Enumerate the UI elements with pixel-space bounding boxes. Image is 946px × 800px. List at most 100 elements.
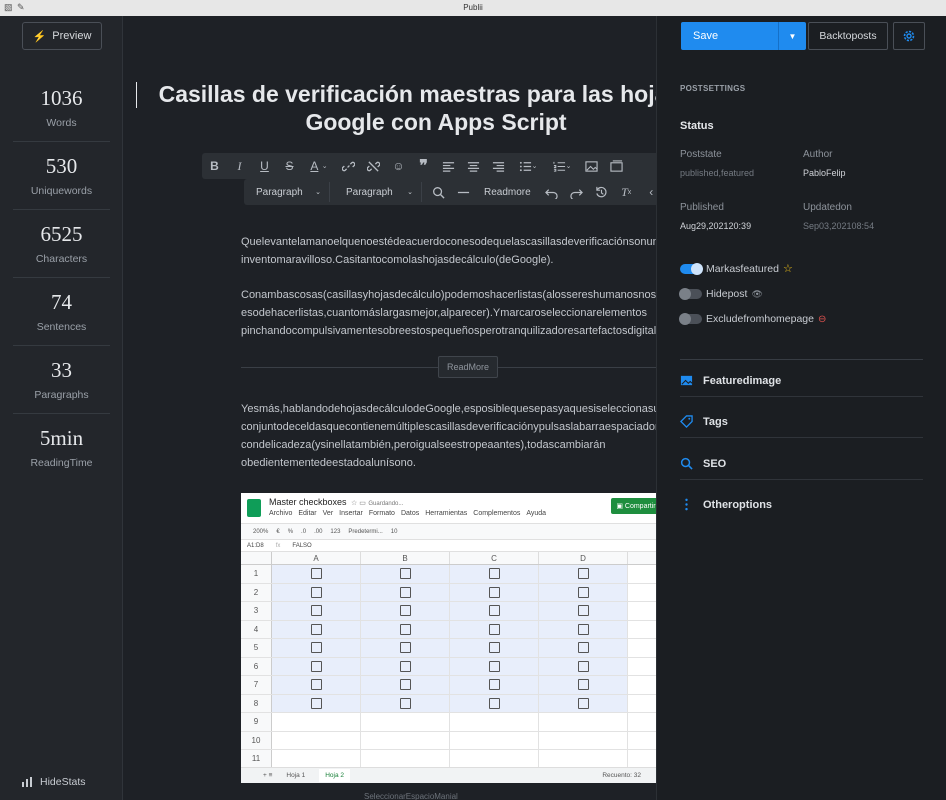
checkbox-icon — [310, 660, 322, 672]
toggle-exclude-homepage[interactable]: Excludefromhomepage ⊖ — [679, 313, 827, 325]
author-value[interactable]: PabloFelip — [803, 168, 846, 178]
history-icon[interactable] — [589, 179, 614, 205]
more-icon[interactable]: ‹ — [639, 179, 656, 205]
save-button-group: Save ▼ — [681, 22, 806, 50]
readmore-marker[interactable]: ReadMore — [438, 356, 498, 378]
updated-label: Updatedon — [803, 202, 852, 213]
sheet-cell — [450, 639, 539, 657]
column-header: A — [272, 552, 361, 564]
sheet-menu-item: Ver — [322, 510, 334, 517]
emoji-icon[interactable]: ☺ — [386, 153, 411, 179]
eye-icon: 👁 — [751, 288, 763, 299]
row-header: 3 — [241, 602, 272, 620]
sheet-cell — [539, 657, 628, 675]
link-icon[interactable] — [336, 153, 361, 179]
sheet-header: Master checkboxes ☆ ▭ Guardando... Archi… — [241, 493, 656, 523]
stat-label: Sentences — [36, 321, 87, 333]
hide-stats-button[interactable]: HideStats — [22, 776, 86, 788]
updated-value: Sep03,202108:54 — [803, 221, 875, 231]
checkbox-icon — [310, 623, 322, 635]
clear-format-icon[interactable]: Tx — [614, 179, 639, 205]
sheet-tool: Predetermi... — [348, 528, 383, 535]
italic-button[interactable]: I — [227, 153, 252, 179]
window-title: Publii — [463, 3, 483, 12]
align-right-icon[interactable] — [486, 153, 511, 179]
checkbox-icon — [488, 568, 500, 580]
sheet-cell — [450, 731, 539, 749]
row-header: 1 — [241, 565, 272, 583]
block-format-select[interactable]: Paragraph ⌄ — [248, 182, 330, 202]
row-header: 4 — [241, 620, 272, 638]
image-icon[interactable] — [579, 153, 604, 179]
sheet-menubar: Archivo Editar Ver Insertar Formato Datos Herr… — [269, 510, 546, 517]
sheet-formula-bar: A1:D8 fx FALSO — [241, 540, 656, 552]
sheet-grid: A B C D 1 2 3 4 5 6 7 8 9 10 11 — [241, 552, 656, 769]
sheet-cell — [539, 731, 628, 749]
paragraph-2[interactable]: Conambascosas(casillasyhojasdecálculo)po… — [241, 286, 656, 340]
paragraph-3[interactable]: Yesmás,hablandodehojasdecálculodeGoogle,… — [241, 400, 656, 472]
preview-button[interactable]: ⚡ Preview — [22, 22, 102, 50]
sheet-menu-item: Editar — [298, 510, 317, 517]
sheet-cell — [272, 565, 361, 583]
gallery-icon[interactable] — [604, 153, 629, 179]
numbered-list-icon[interactable]: ⌄ — [545, 153, 579, 179]
section-label: Featuredimage — [703, 374, 782, 387]
undo-icon[interactable] — [539, 179, 564, 205]
blockquote-icon[interactable]: ❞ — [411, 153, 436, 179]
search-icon[interactable] — [426, 179, 451, 205]
sheet-cell — [361, 639, 450, 657]
sheet-cell — [361, 583, 450, 601]
sheet-cell — [272, 657, 361, 675]
sheet-cell — [539, 620, 628, 638]
sheet-cell — [539, 713, 628, 731]
published-value[interactable]: Aug29,202120:39 — [680, 221, 751, 231]
section-other-options[interactable]: Otheroptions — [680, 498, 923, 511]
formula-value: FALSO — [292, 542, 312, 549]
hidepost-switch[interactable] — [679, 288, 702, 300]
sheet-tool: 10 — [390, 528, 398, 535]
unlink-icon[interactable] — [361, 153, 386, 179]
sheet-tab: Hoja 1 — [286, 772, 306, 779]
bold-button[interactable]: B — [202, 153, 227, 179]
section-seo[interactable]: SEO — [680, 457, 923, 480]
sheet-row: 8 — [241, 694, 656, 713]
bullet-list-icon[interactable]: ⌄ — [511, 153, 545, 179]
save-button[interactable]: Save — [681, 22, 778, 50]
checkbox-icon — [488, 605, 500, 617]
strikethrough-button[interactable]: S — [277, 153, 302, 179]
sheet-cell — [539, 676, 628, 694]
section-tags[interactable]: Tags — [680, 415, 923, 438]
exclude-homepage-switch[interactable] — [679, 313, 702, 325]
section-featured-image[interactable]: Featuredimage — [680, 374, 923, 397]
featured-switch[interactable] — [680, 262, 703, 275]
sheet-cell — [539, 694, 628, 712]
text-style-select[interactable]: Paragraph ⌄ — [338, 182, 422, 202]
sheet-saving-status: Guardando... — [368, 501, 404, 507]
spreadsheet-image[interactable]: Master checkboxes ☆ ▭ Guardando... Archi… — [241, 493, 656, 783]
row-header: 9 — [241, 713, 272, 731]
sheet-cell — [450, 657, 539, 675]
sheet-menu-item: Ayuda — [526, 510, 547, 517]
save-dropdown-chevron-icon[interactable]: ▼ — [778, 22, 806, 50]
horizontal-rule-icon[interactable] — [451, 179, 476, 205]
align-left-icon[interactable] — [436, 153, 461, 179]
sheet-tool: 200% — [253, 528, 269, 535]
sheet-tool: % — [287, 528, 294, 535]
redo-icon[interactable] — [564, 179, 589, 205]
text-color-button[interactable]: A ⌄ — [302, 153, 336, 179]
paragraph-1[interactable]: Quelevantelamanoelquenoestédeacuerdocone… — [241, 233, 656, 269]
post-title[interactable]: Casillas de verificación maestras para l… — [136, 80, 656, 136]
vertical-dots-icon — [685, 498, 688, 511]
toggle-hidepost[interactable]: Hidepost 👁 — [679, 288, 763, 300]
post-settings-panel: Save ▼ Backtoposts POSTSETTINGS Status P… — [656, 16, 946, 800]
underline-button[interactable]: U — [252, 153, 277, 179]
align-center-icon[interactable] — [461, 153, 486, 179]
back-to-posts-button[interactable]: Backtoposts — [808, 22, 888, 50]
toggle-featured[interactable]: Markasfeatured ☆ — [680, 262, 793, 275]
search-icon — [680, 457, 693, 470]
readmore-button[interactable]: Readmore — [476, 182, 539, 202]
settings-gear-button[interactable] — [893, 22, 925, 50]
sheet-row: 4 — [241, 620, 656, 639]
minus-circle-icon: ⊖ — [817, 313, 827, 325]
sheet-cell — [539, 583, 628, 601]
